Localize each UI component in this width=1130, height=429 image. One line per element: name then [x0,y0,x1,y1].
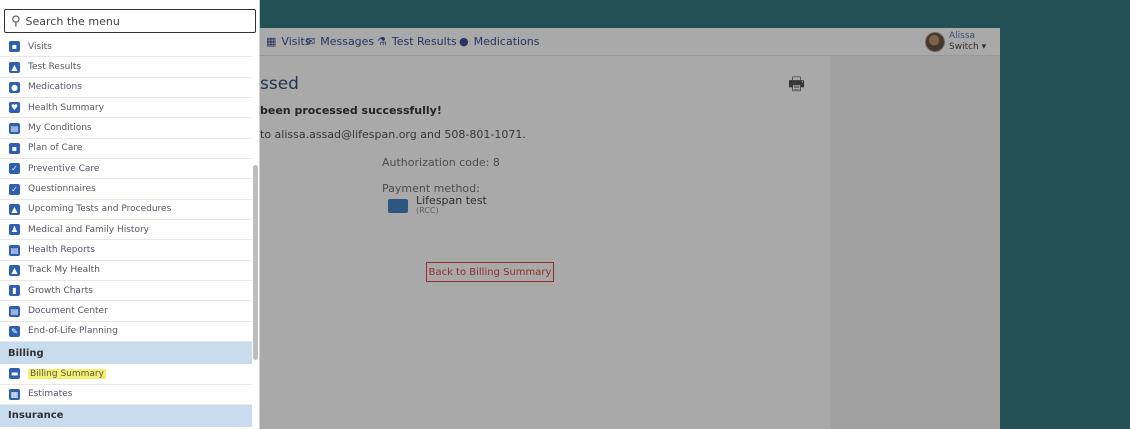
menu-item-end-of-life-planning[interactable]: ✎ End-of-Life Planning [0,322,252,343]
menu-item-label: Billing Summary [28,368,106,379]
heart-icon: ♥ [9,102,20,114]
menu-item-questionnaires[interactable]: ✓ Questionnaires [0,179,252,200]
menu-item-estimates[interactable]: ▦ Estimates [0,385,252,405]
menu-item-label: Questionnaires [28,184,96,195]
billing-card-icon: ▬ [9,368,20,380]
menu-item-track-my-health[interactable]: ▲ Track My Health [0,261,252,282]
growth-icon: ▮ [9,285,20,297]
menu-item-health-reports[interactable]: ▤ Health Reports [0,240,252,261]
document-icon: ▤ [9,305,20,317]
menu-item-medical-family-history[interactable]: ♟ Medical and Family History [0,220,252,241]
menu-item-label: Growth Charts [28,285,93,296]
search-input[interactable] [25,14,246,28]
section-header-insurance: Insurance [0,404,252,427]
section-header-billing: Billing [0,342,252,365]
family-icon: ♟ [9,224,20,236]
chart-icon: ▲ [9,264,20,276]
menu-item-label: Document Center [28,306,108,317]
menu-item-visits[interactable]: ▪ Visits [0,37,252,58]
menu-item-document-center[interactable]: ▤ Document Center [0,301,252,322]
menu-item-medications[interactable]: ● Medications [0,78,252,99]
menu-item-label: Health Summary [28,102,104,113]
menu-item-label: Estimates [28,389,73,400]
menu-item-label: Test Results [28,62,82,73]
flask-icon: ▲ [9,203,20,215]
menu-item-label: Health Reports [28,245,95,256]
menu-drawer: ⚲ ▪ Visits ▲ Test Results ● Medications … [0,0,260,429]
menu-list: ▪ Visits ▲ Test Results ● Medications ♥ … [0,37,252,427]
menu-item-label: Medical and Family History [28,224,149,235]
search-icon: ⚲ [11,13,21,29]
menu-item-label: Visits [28,41,52,52]
menu-item-growth-charts[interactable]: ▮ Growth Charts [0,281,252,302]
menu-item-billing-summary[interactable]: ▬ Billing Summary [0,364,252,385]
menu-item-health-summary[interactable]: ♥ Health Summary [0,98,252,119]
menu-item-label: Upcoming Tests and Procedures [28,204,172,215]
menu-item-label: Preventive Care [28,163,100,174]
search-box[interactable]: ⚲ [4,9,256,33]
menu-item-upcoming-tests[interactable]: ▲ Upcoming Tests and Procedures [0,200,252,221]
note-icon: ✎ [9,325,20,337]
shield-icon: ✓ [9,163,20,175]
pill-icon: ● [9,81,20,93]
plan-icon: ▪ [9,142,20,154]
menu-item-preventive-care[interactable]: ✓ Preventive Care [0,159,252,180]
menu-item-label: Plan of Care [28,143,83,154]
menu-item-label: My Conditions [28,123,92,134]
report-icon: ▤ [9,244,20,256]
calculator-icon: ▦ [9,388,20,400]
menu-item-plan-of-care[interactable]: ▪ Plan of Care [0,139,252,160]
menu-scrollbar[interactable] [253,165,258,360]
menu-item-label: End-of-Life Planning [28,326,118,337]
clipboard-icon: ▤ [9,122,20,134]
checklist-icon: ✓ [9,183,20,195]
calendar-icon: ▪ [9,41,20,53]
menu-item-my-conditions[interactable]: ▤ My Conditions [0,118,252,139]
menu-item-test-results[interactable]: ▲ Test Results [0,57,252,78]
menu-item-label: Medications [28,82,82,93]
menu-item-label: Track My Health [28,265,100,276]
flask-icon: ▲ [9,61,20,73]
